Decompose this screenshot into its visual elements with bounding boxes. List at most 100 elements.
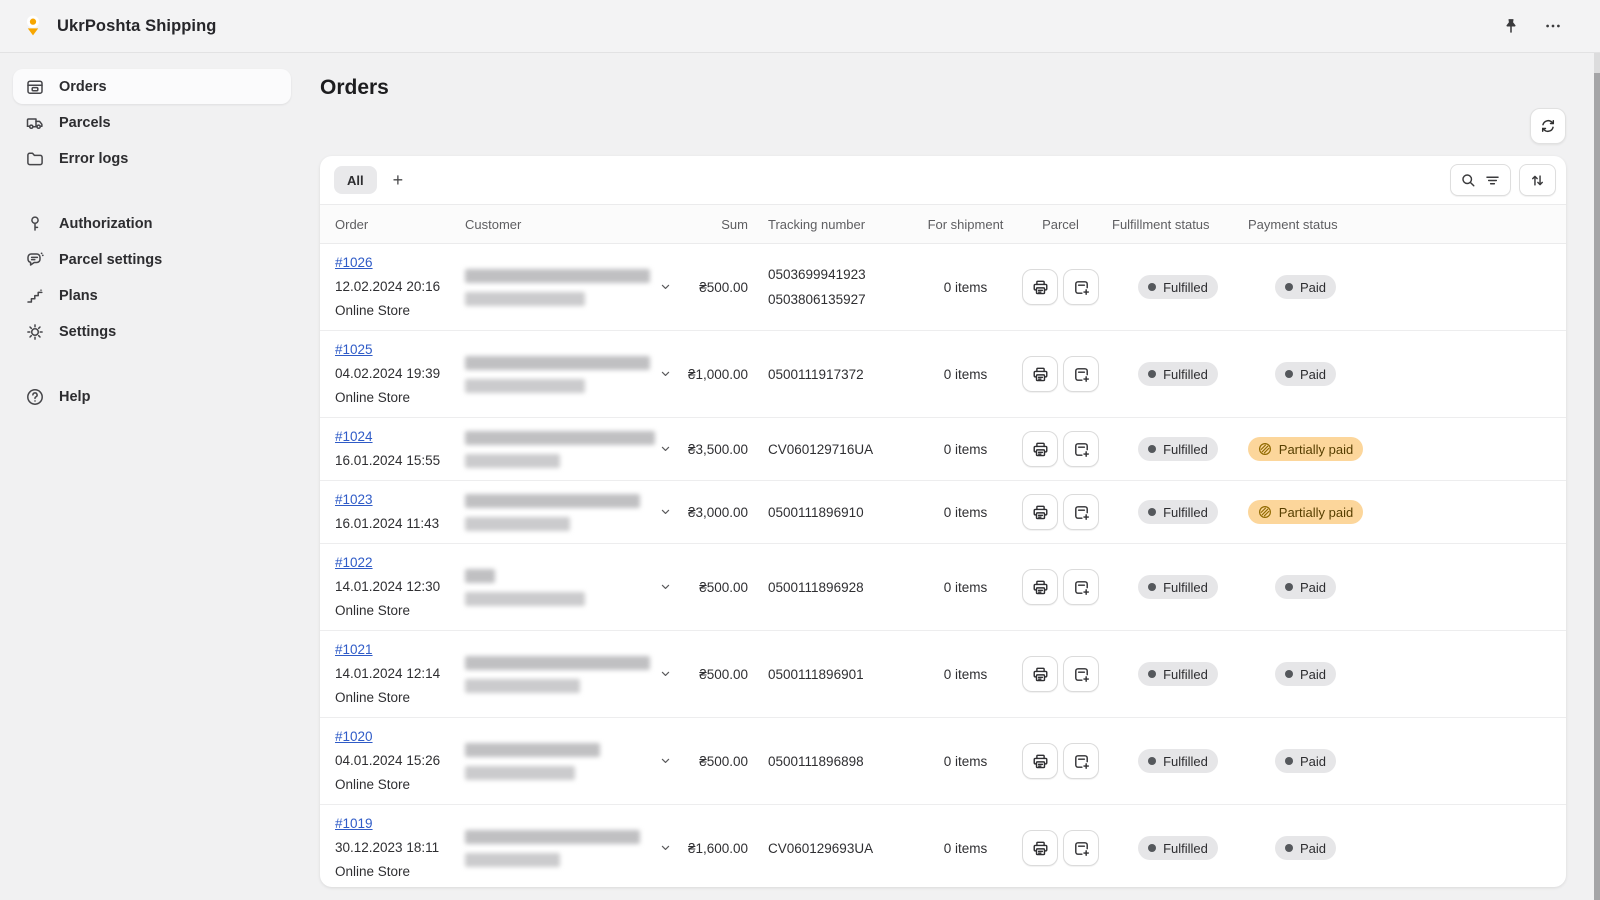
customer-cell[interactable] [465, 631, 680, 717]
index-toolbar: All + [320, 156, 1566, 204]
create-parcel-button[interactable] [1063, 656, 1099, 692]
chevron-down-icon[interactable] [659, 668, 672, 681]
tracking-number: CV060129693UA [768, 841, 918, 856]
customer-cell[interactable] [465, 418, 680, 480]
create-parcel-button[interactable] [1063, 356, 1099, 392]
customer-cell[interactable] [465, 331, 680, 417]
add-document-icon [1072, 665, 1091, 684]
help-circle-icon [25, 387, 45, 407]
refresh-button[interactable] [1530, 108, 1566, 144]
column-header-parcel: Parcel [1013, 217, 1108, 232]
create-parcel-button[interactable] [1063, 269, 1099, 305]
customer-redacted-text [465, 656, 650, 693]
chevron-down-icon[interactable] [659, 755, 672, 768]
table-row: #1019 30.12.2023 18:11 Online Store ₴1,6… [320, 805, 1566, 887]
order-link[interactable]: #1020 [335, 729, 373, 744]
truck-icon [25, 113, 45, 133]
sidebar-item-authorization[interactable]: Authorization [13, 206, 291, 241]
create-parcel-button[interactable] [1063, 431, 1099, 467]
chevron-down-icon[interactable] [659, 842, 672, 855]
folder-icon [25, 149, 45, 169]
status-dot-icon [1148, 445, 1156, 453]
print-label-button[interactable] [1022, 656, 1058, 692]
printer-icon [1031, 752, 1050, 771]
sidebar-item-parcel-settings[interactable]: Parcel settings [13, 242, 291, 277]
customer-cell[interactable] [465, 805, 680, 887]
payment-status-badge: Paid [1275, 836, 1336, 860]
sidebar-item-orders[interactable]: Orders [13, 69, 291, 104]
order-date: 30.12.2023 18:11 [335, 836, 465, 860]
tracking-number: 0500111896898 [768, 754, 918, 769]
sidebar-item-parcels[interactable]: Parcels [13, 105, 291, 140]
order-sum: ₴3,500.00 [680, 442, 768, 457]
partially-paid-icon [1258, 505, 1272, 519]
sidebar-item-settings[interactable]: Settings [13, 314, 291, 349]
tracking-number: 0500111896910 [768, 505, 918, 520]
chat-settings-icon [25, 250, 45, 270]
column-header-order: Order [335, 217, 465, 232]
search-icon [1460, 172, 1477, 189]
customer-cell[interactable] [465, 544, 680, 630]
order-link[interactable]: #1021 [335, 642, 373, 657]
chevron-down-icon[interactable] [659, 443, 672, 456]
status-dot-icon [1285, 670, 1293, 678]
chevron-down-icon[interactable] [659, 368, 672, 381]
for-shipment-count: 0 items [918, 841, 1013, 856]
status-dot-icon [1285, 757, 1293, 765]
stairs-icon [25, 286, 45, 306]
create-parcel-button[interactable] [1063, 830, 1099, 866]
add-document-icon [1072, 503, 1091, 522]
order-link[interactable]: #1026 [335, 255, 373, 270]
chevron-down-icon[interactable] [659, 506, 672, 519]
overflow-menu-icon[interactable] [1544, 17, 1562, 35]
chevron-down-icon[interactable] [659, 581, 672, 594]
scrollbar-thumb[interactable] [1594, 73, 1600, 900]
order-channel: Online Store [335, 686, 465, 710]
order-link[interactable]: #1019 [335, 816, 373, 831]
tab-all[interactable]: All [334, 166, 377, 194]
sidebar-item-help[interactable]: Help [13, 379, 291, 414]
order-link[interactable]: #1024 [335, 429, 373, 444]
sidebar-item-error-logs[interactable]: Error logs [13, 141, 291, 176]
order-link[interactable]: #1025 [335, 342, 373, 357]
fulfillment-status-badge: Fulfilled [1138, 662, 1218, 686]
order-date: 16.01.2024 15:55 [335, 449, 465, 473]
pin-icon[interactable] [1502, 17, 1520, 35]
for-shipment-count: 0 items [918, 367, 1013, 382]
sort-button[interactable] [1519, 164, 1556, 196]
create-parcel-button[interactable] [1063, 569, 1099, 605]
order-link[interactable]: #1022 [335, 555, 373, 570]
print-label-button[interactable] [1022, 269, 1058, 305]
print-label-button[interactable] [1022, 569, 1058, 605]
tracking-number: 0500111896928 [768, 580, 918, 595]
print-label-button[interactable] [1022, 431, 1058, 467]
fulfillment-status-badge: Fulfilled [1138, 836, 1218, 860]
sidebar-item-plans[interactable]: Plans [13, 278, 291, 313]
tracking-cell: 0500111896928 [768, 580, 918, 595]
customer-cell[interactable] [465, 244, 680, 330]
print-label-button[interactable] [1022, 356, 1058, 392]
status-dot-icon [1148, 370, 1156, 378]
chevron-down-icon[interactable] [659, 281, 672, 294]
create-parcel-button[interactable] [1063, 494, 1099, 530]
sidebar-item-label: Parcel settings [59, 252, 162, 268]
customer-cell[interactable] [465, 481, 680, 543]
payment-status-badge: Paid [1275, 749, 1336, 773]
print-label-button[interactable] [1022, 743, 1058, 779]
tracking-number: 0500111917372 [768, 367, 918, 382]
search-filter-button[interactable] [1450, 164, 1511, 196]
status-dot-icon [1148, 670, 1156, 678]
create-parcel-button[interactable] [1063, 743, 1099, 779]
add-view-button[interactable]: + [385, 171, 412, 189]
order-link[interactable]: #1023 [335, 492, 373, 507]
order-channel: Online Store [335, 860, 465, 884]
sidebar-item-label: Authorization [59, 216, 152, 232]
tracking-cell: 05036999419230503806135927 [768, 267, 918, 307]
customer-cell[interactable] [465, 718, 680, 804]
orders-box-icon [25, 77, 45, 97]
printer-icon [1031, 440, 1050, 459]
print-label-button[interactable] [1022, 830, 1058, 866]
payment-status-badge: Paid [1275, 662, 1336, 686]
sidebar: Orders Parcels Error logs Authorization … [0, 53, 304, 900]
print-label-button[interactable] [1022, 494, 1058, 530]
